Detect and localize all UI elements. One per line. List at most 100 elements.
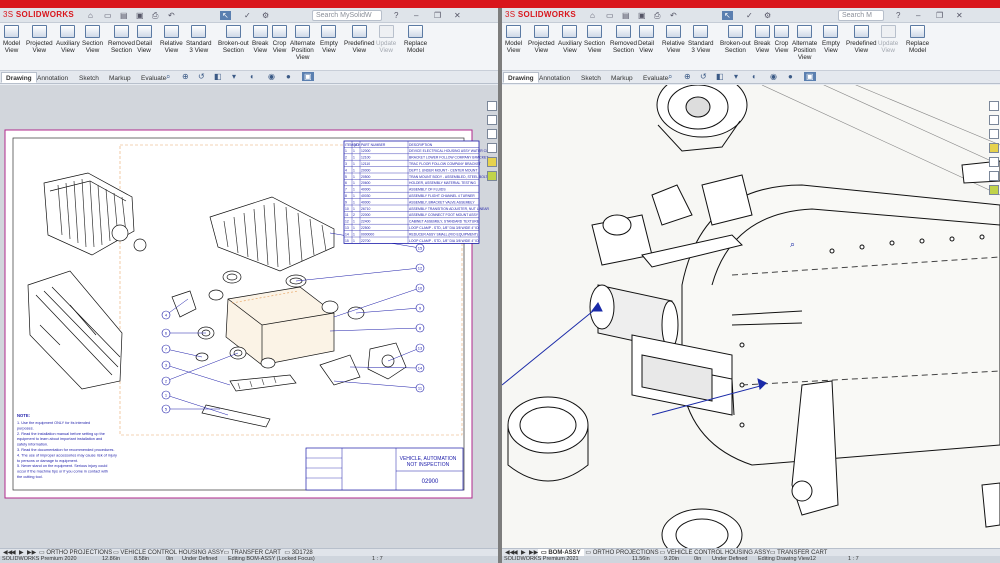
close-icon[interactable]: ✕ (956, 11, 963, 20)
ribbon-button-break-view[interactable]: Break View (252, 25, 268, 54)
ribbon-button-crop-view[interactable]: Crop View (774, 25, 789, 54)
ribbon-button-relative-view[interactable]: Relative View (662, 25, 685, 54)
resources-icon[interactable] (487, 101, 497, 111)
select-icon[interactable]: ↖ (220, 11, 231, 20)
ribbon-button-update-view[interactable]: Update View (376, 25, 396, 54)
hide-show-icon[interactable]: ◉ (770, 72, 777, 81)
appearances-icon[interactable] (487, 157, 497, 167)
design-library-icon[interactable] (487, 115, 497, 125)
new-file-icon[interactable]: ▭ (606, 11, 614, 20)
zoom-area-icon[interactable]: ⊕ (182, 72, 189, 81)
home-icon[interactable]: ⌂ (88, 11, 93, 20)
tab-annotation[interactable]: Annotation (32, 72, 73, 83)
ribbon-button-projected-view[interactable]: Projected View (528, 25, 555, 54)
drawing-canvas[interactable]: ⌕ (502, 72, 1000, 562)
zoomed-detail-svg[interactable]: ⌕ (502, 72, 1000, 562)
ribbon-button-replace-model[interactable]: Replace Model (906, 25, 929, 54)
section-view-icon[interactable]: ◧ (214, 72, 222, 81)
previous-view-icon[interactable]: ↺ (198, 72, 205, 81)
options-icon[interactable]: ⚙ (262, 11, 269, 20)
ribbon-button-section-view[interactable]: Section View (584, 25, 605, 54)
save-icon[interactable]: ▣ (638, 11, 646, 20)
view-settings-icon[interactable]: ▣ (804, 72, 816, 81)
status-scale[interactable]: 1 : 7 (372, 556, 383, 563)
view-orientation-icon[interactable]: ▾ (232, 72, 236, 81)
ribbon-button-detail-view[interactable]: Detail View (638, 25, 654, 54)
view-palette-icon[interactable] (989, 157, 999, 167)
hide-show-icon[interactable]: ◉ (268, 72, 275, 81)
tab-sketch[interactable]: Sketch (576, 72, 606, 83)
previous-view-icon[interactable]: ↺ (700, 72, 707, 81)
ribbon-button-broken-out-section[interactable]: Broken-out Section (720, 25, 751, 54)
ribbon-button-auxiliary-view[interactable]: Auxiliary View (56, 25, 80, 54)
minimize-icon[interactable]: – (916, 11, 920, 20)
file-explorer-icon[interactable] (989, 129, 999, 139)
ribbon-button-model-view[interactable]: Model View (505, 25, 522, 54)
ribbon-button-standard-3-view[interactable]: Standard 3 View (688, 25, 714, 54)
ribbon-button-projected-view[interactable]: Projected View (26, 25, 53, 54)
ribbon-button-replace-model[interactable]: Replace Model (404, 25, 427, 54)
view-orientation-icon[interactable]: ▾ (734, 72, 738, 81)
ribbon-button-removed-section[interactable]: Removed Section (108, 25, 135, 54)
view-settings-icon[interactable]: ▣ (302, 72, 314, 81)
solidworks-forum-icon[interactable] (989, 185, 999, 195)
appearances-icon[interactable] (989, 143, 999, 153)
ribbon-button-break-view[interactable]: Break View (754, 25, 770, 54)
new-file-icon[interactable]: ▭ (104, 11, 112, 20)
ribbon-button-standard-3-view[interactable]: Standard 3 View (186, 25, 212, 54)
ribbon-button-section-view[interactable]: Section View (82, 25, 103, 54)
rebuild-icon[interactable]: ✓ (746, 11, 753, 20)
ribbon-button-removed-section[interactable]: Removed Section (610, 25, 637, 54)
ribbon-button-model-view[interactable]: Model View (3, 25, 20, 54)
file-explorer-icon[interactable] (487, 129, 497, 139)
tab-markup[interactable]: Markup (104, 72, 136, 83)
open-file-icon[interactable]: ▤ (622, 11, 630, 20)
help-icon[interactable]: ? (896, 11, 900, 20)
ribbon-button-empty-view[interactable]: Empty View (822, 25, 840, 54)
tab-evaluate[interactable]: Evaluate (136, 72, 171, 83)
ribbon-button-auxiliary-view[interactable]: Auxiliary View (558, 25, 582, 54)
close-icon[interactable]: ✕ (454, 11, 461, 20)
ribbon-button-relative-view[interactable]: Relative View (160, 25, 183, 54)
rebuild-icon[interactable]: ✓ (244, 11, 251, 20)
save-icon[interactable]: ▣ (136, 11, 144, 20)
custom-properties-icon[interactable] (989, 171, 999, 181)
status-scale[interactable]: 1 : 7 (848, 556, 859, 563)
minimize-icon[interactable]: – (414, 11, 418, 20)
undo-icon[interactable]: ↶ (168, 11, 175, 20)
view-palette-icon[interactable] (487, 143, 497, 153)
ribbon-button-broken-out-section[interactable]: Broken-out Section (218, 25, 249, 54)
print-icon[interactable]: ⎙ (152, 11, 158, 21)
home-icon[interactable]: ⌂ (590, 11, 595, 20)
ribbon-button-alternate-position-view[interactable]: Alternate Position View (792, 25, 817, 61)
open-file-icon[interactable]: ▤ (120, 11, 128, 20)
appearance-icon[interactable]: ● (788, 72, 793, 81)
design-library-icon[interactable] (989, 115, 999, 125)
tab-sketch[interactable]: Sketch (74, 72, 104, 83)
ribbon-button-update-view[interactable]: Update View (878, 25, 898, 54)
ribbon-button-detail-view[interactable]: Detail View (136, 25, 152, 54)
ribbon-button-predefined-view[interactable]: Predefined View (344, 25, 374, 54)
appearance-icon[interactable]: ● (286, 72, 291, 81)
undo-icon[interactable]: ↶ (670, 11, 677, 20)
display-style-icon[interactable]: ◐ (752, 72, 757, 81)
bill-of-materials-table[interactable]: ITEM NO.QTY. PART NUMBER DESCRIPTION1 1 1200… (343, 140, 493, 244)
ribbon-button-empty-view[interactable]: Empty View (320, 25, 338, 54)
drawing-sheet-svg[interactable]: 467321515121098131411 ITEM NO.QTY. PART N… (0, 85, 498, 548)
ribbon-button-crop-view[interactable]: Crop View (272, 25, 287, 54)
search-input[interactable]: Search MySolidW (312, 10, 382, 21)
restore-icon[interactable]: ❐ (936, 11, 943, 20)
drawing-canvas[interactable]: 4 6 7 3 2 1 5 15 12 10 9 8 13 14 11 ITEM NO. QTY. PART N… (0, 85, 498, 548)
display-style-icon[interactable]: ◐ (250, 72, 255, 81)
custom-properties-icon[interactable] (487, 171, 497, 181)
zoom-area-icon[interactable]: ⊕ (684, 72, 691, 81)
tab-markup[interactable]: Markup (606, 72, 638, 83)
ribbon-button-alternate-position-view[interactable]: Alternate Position View (290, 25, 315, 61)
options-icon[interactable]: ⚙ (764, 11, 771, 20)
ribbon-button-predefined-view[interactable]: Predefined View (846, 25, 876, 54)
select-icon[interactable]: ↖ (722, 11, 733, 20)
tab-evaluate[interactable]: Evaluate (638, 72, 673, 83)
resources-icon[interactable] (989, 101, 999, 111)
search-input[interactable]: Search M (838, 10, 884, 21)
restore-icon[interactable]: ❐ (434, 11, 441, 20)
